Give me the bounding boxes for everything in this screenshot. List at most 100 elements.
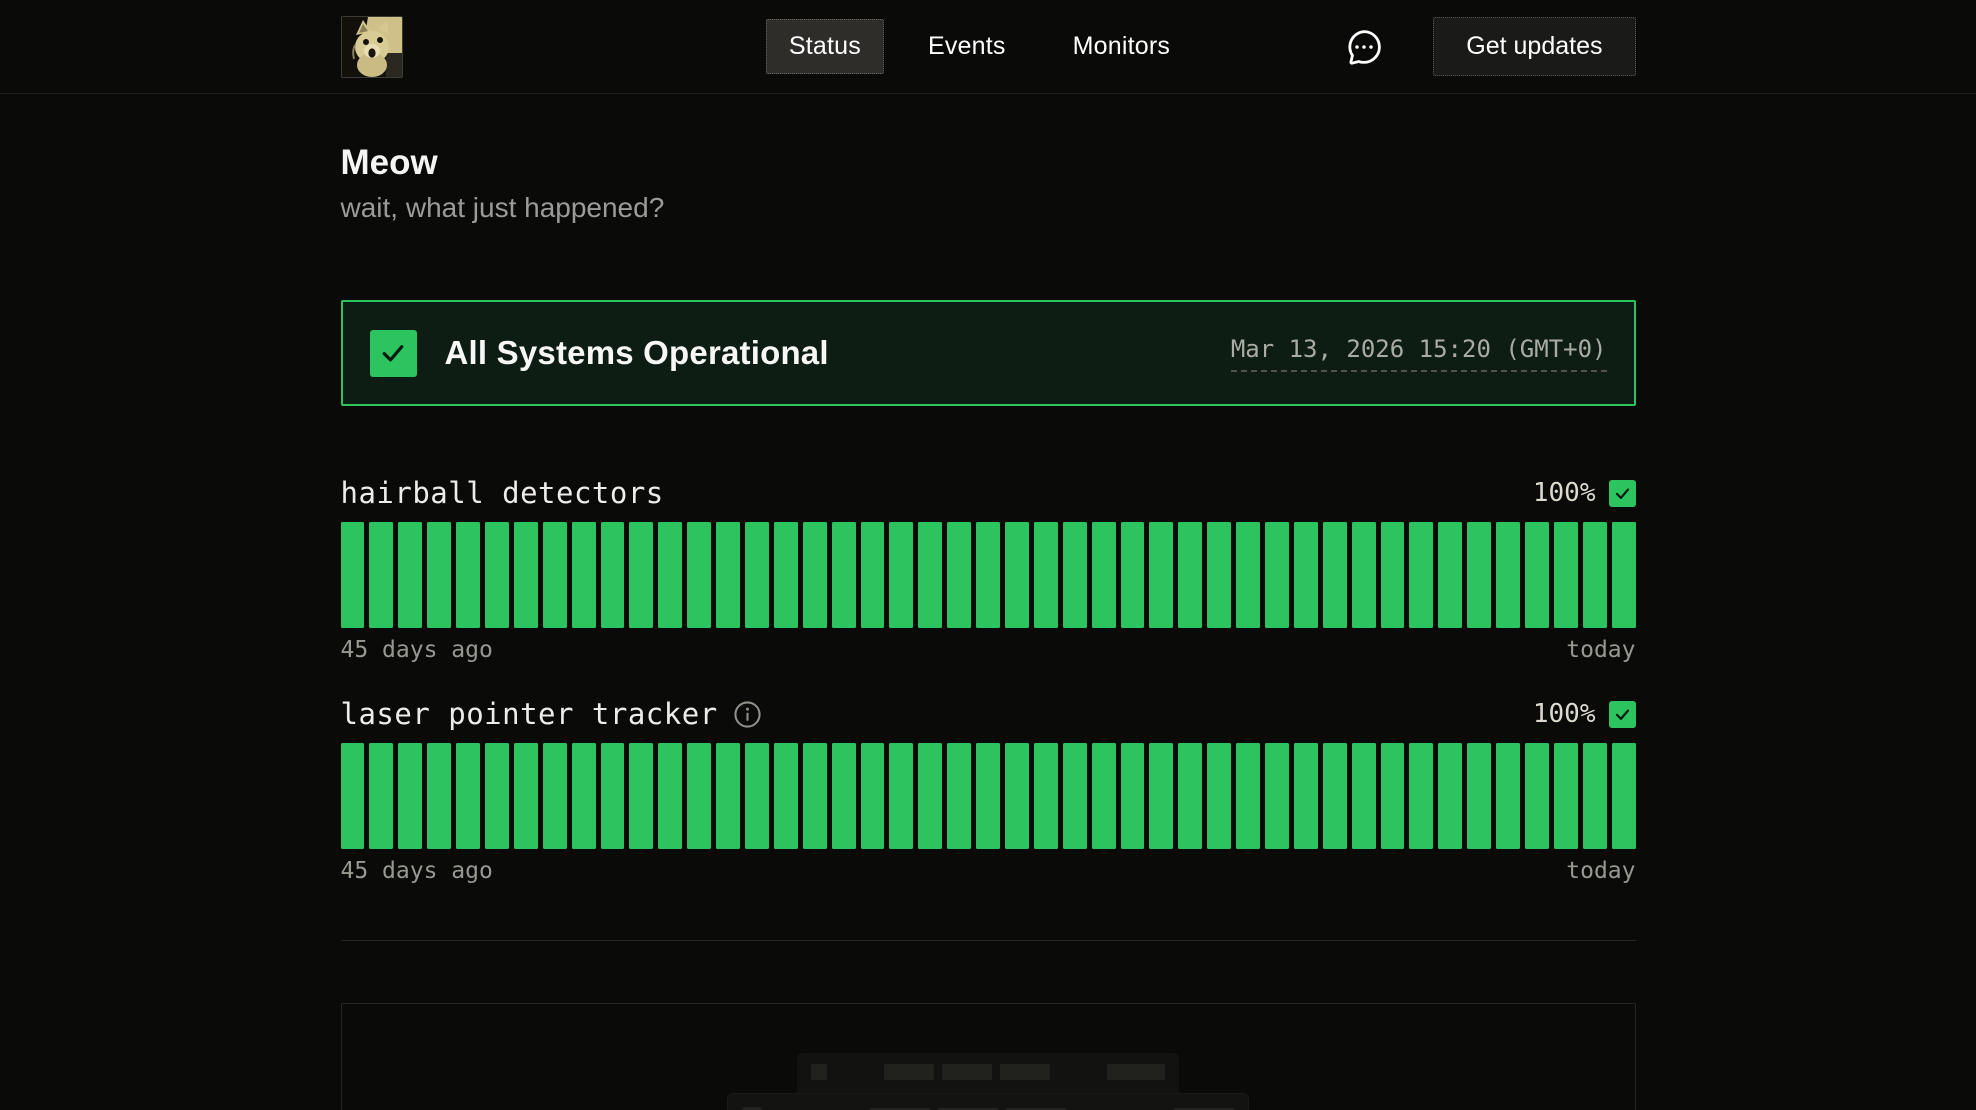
uptime-bar[interactable]: [456, 522, 480, 628]
uptime-bar[interactable]: [1294, 522, 1318, 628]
uptime-bar[interactable]: [1149, 522, 1173, 628]
tab-status[interactable]: Status: [766, 19, 884, 74]
monitor-name: laser pointer tracker: [341, 697, 718, 731]
uptime-bar[interactable]: [1063, 522, 1087, 628]
uptime-bar[interactable]: [1323, 522, 1347, 628]
uptime-bar[interactable]: [947, 522, 971, 628]
uptime-bar[interactable]: [1381, 522, 1405, 628]
uptime-bar[interactable]: [1236, 743, 1260, 849]
uptime-bar[interactable]: [1352, 522, 1376, 628]
uptime-bar[interactable]: [976, 522, 1000, 628]
uptime-bar[interactable]: [1092, 743, 1116, 849]
uptime-bar[interactable]: [1525, 743, 1549, 849]
tab-monitors[interactable]: Monitors: [1050, 19, 1193, 74]
info-icon[interactable]: [733, 700, 762, 729]
uptime-bar[interactable]: [1034, 743, 1058, 849]
uptime-bar[interactable]: [658, 743, 682, 849]
uptime-bar[interactable]: [1583, 522, 1607, 628]
uptime-bar[interactable]: [369, 743, 393, 849]
uptime-bar[interactable]: [485, 743, 509, 849]
uptime-bar[interactable]: [1352, 743, 1376, 849]
site-logo[interactable]: [341, 16, 403, 78]
uptime-bar[interactable]: [1409, 522, 1433, 628]
uptime-bar[interactable]: [716, 522, 740, 628]
uptime-bar[interactable]: [398, 522, 422, 628]
feedback-button[interactable]: [1343, 26, 1385, 68]
uptime-bar[interactable]: [1207, 743, 1231, 849]
uptime-bar[interactable]: [341, 743, 365, 849]
uptime-bar[interactable]: [572, 743, 596, 849]
uptime-bar[interactable]: [543, 522, 567, 628]
uptime-bar[interactable]: [1612, 743, 1636, 849]
uptime-bar[interactable]: [832, 522, 856, 628]
uptime-bar[interactable]: [369, 522, 393, 628]
uptime-bar[interactable]: [514, 522, 538, 628]
uptime-bar[interactable]: [1178, 522, 1202, 628]
uptime-bar[interactable]: [1236, 522, 1260, 628]
uptime-bar[interactable]: [774, 743, 798, 849]
uptime-bar[interactable]: [1409, 743, 1433, 849]
uptime-bar[interactable]: [1496, 522, 1520, 628]
uptime-bar[interactable]: [976, 743, 1000, 849]
uptime-bar[interactable]: [1034, 522, 1058, 628]
uptime-bar[interactable]: [1381, 743, 1405, 849]
status-timestamp[interactable]: Mar 13, 2026 15:20 (GMT+0): [1231, 335, 1607, 372]
uptime-bar[interactable]: [1467, 522, 1491, 628]
uptime-bar[interactable]: [1005, 743, 1029, 849]
uptime-bar[interactable]: [543, 743, 567, 849]
uptime-bar[interactable]: [861, 522, 885, 628]
uptime-bar[interactable]: [1121, 522, 1145, 628]
uptime-bar[interactable]: [889, 743, 913, 849]
uptime-bar[interactable]: [341, 522, 365, 628]
uptime-bar[interactable]: [514, 743, 538, 849]
uptime-bar[interactable]: [918, 522, 942, 628]
uptime-bar[interactable]: [889, 522, 913, 628]
uptime-bar[interactable]: [1438, 743, 1462, 849]
uptime-bar[interactable]: [572, 522, 596, 628]
uptime-bar[interactable]: [1554, 743, 1578, 849]
uptime-bar[interactable]: [1063, 743, 1087, 849]
uptime-bar[interactable]: [629, 743, 653, 849]
uptime-bar[interactable]: [1121, 743, 1145, 849]
uptime-bar[interactable]: [456, 743, 480, 849]
uptime-bar[interactable]: [1438, 522, 1462, 628]
uptime-bar[interactable]: [1294, 743, 1318, 849]
uptime-bar[interactable]: [1583, 743, 1607, 849]
uptime-bar[interactable]: [427, 743, 451, 849]
uptime-bar[interactable]: [1265, 743, 1289, 849]
uptime-bar[interactable]: [1496, 743, 1520, 849]
uptime-bar[interactable]: [398, 743, 422, 849]
uptime-bar[interactable]: [485, 522, 509, 628]
uptime-bar[interactable]: [629, 522, 653, 628]
uptime-bar[interactable]: [947, 743, 971, 849]
uptime-bar[interactable]: [427, 522, 451, 628]
uptime-bar[interactable]: [1467, 743, 1491, 849]
uptime-bar[interactable]: [687, 743, 711, 849]
uptime-bar[interactable]: [658, 522, 682, 628]
uptime-bar[interactable]: [803, 522, 827, 628]
uptime-bar[interactable]: [1092, 522, 1116, 628]
uptime-bar[interactable]: [745, 743, 769, 849]
uptime-bar[interactable]: [1005, 522, 1029, 628]
uptime-bar[interactable]: [1612, 522, 1636, 628]
uptime-bar[interactable]: [803, 743, 827, 849]
uptime-bar[interactable]: [918, 743, 942, 849]
uptime-bar[interactable]: [861, 743, 885, 849]
uptime-bar[interactable]: [687, 522, 711, 628]
uptime-bar[interactable]: [774, 522, 798, 628]
uptime-bar[interactable]: [1149, 743, 1173, 849]
uptime-bar[interactable]: [716, 743, 740, 849]
uptime-bar[interactable]: [1265, 522, 1289, 628]
monitor-name: hairball detectors: [341, 476, 664, 510]
uptime-bar[interactable]: [1178, 743, 1202, 849]
uptime-bar[interactable]: [601, 743, 625, 849]
uptime-bar[interactable]: [1207, 522, 1231, 628]
uptime-bar[interactable]: [601, 522, 625, 628]
uptime-bar[interactable]: [745, 522, 769, 628]
uptime-bar[interactable]: [832, 743, 856, 849]
uptime-bar[interactable]: [1323, 743, 1347, 849]
uptime-bar[interactable]: [1525, 522, 1549, 628]
uptime-bar[interactable]: [1554, 522, 1578, 628]
tab-events[interactable]: Events: [905, 19, 1029, 74]
get-updates-button[interactable]: Get updates: [1433, 17, 1635, 76]
